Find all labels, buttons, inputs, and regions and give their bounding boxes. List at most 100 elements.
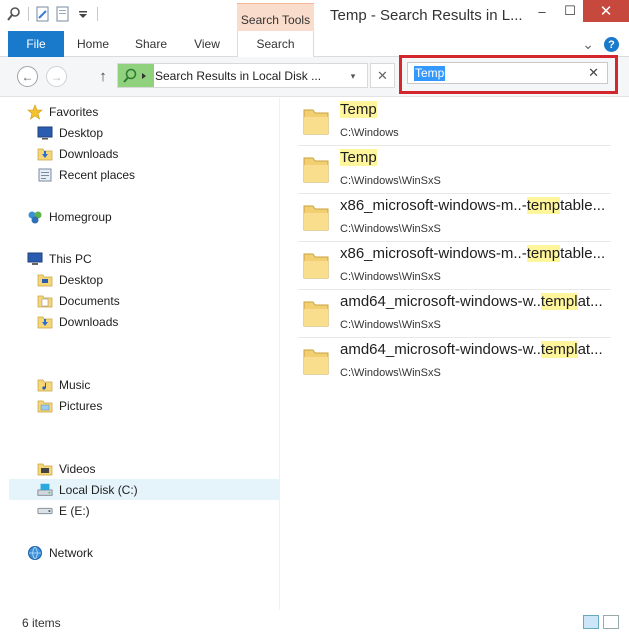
sidebar-item-label: Recent places: [59, 167, 136, 182]
chevron-down-icon[interactable]: ⌄: [582, 36, 594, 53]
result-name: x86_microsoft-windows-m..-temptable...: [340, 245, 606, 262]
sidebar-item-this-pc[interactable]: This PC: [0, 248, 280, 269]
address-bar[interactable]: Search Results in Local Disk ...: [117, 63, 368, 88]
sidebar-item-favorites[interactable]: Favorites: [0, 101, 280, 122]
properties-icon[interactable]: [35, 6, 51, 22]
tab-search[interactable]: Search: [237, 31, 314, 57]
sidebar-item-label: Downloads: [59, 146, 119, 161]
search-tools-label: Search Tools: [240, 13, 311, 27]
sidebar-item-label: Downloads: [59, 314, 119, 329]
new-folder-icon[interactable]: [55, 6, 71, 22]
search-tool-icon[interactable]: [6, 6, 22, 22]
result-path: C:\Windows\WinSxS: [340, 319, 441, 331]
close-button[interactable]: ✕: [583, 0, 629, 22]
folder-icon: [303, 301, 329, 327]
sidebar-item-label: Documents: [59, 293, 120, 308]
music-folder-icon: [37, 377, 53, 393]
sidebar-item-label: Music: [59, 377, 91, 392]
quick-access-toolbar: [6, 6, 100, 22]
sidebar-item-e-drive[interactable]: E (E:): [0, 500, 280, 521]
tab-share[interactable]: Share: [126, 31, 176, 57]
list-item[interactable]: amd64_microsoft-windows-w..templat... C:…: [298, 338, 611, 386]
recent-places-icon: [37, 167, 53, 183]
folder-icon: [37, 272, 53, 288]
list-item[interactable]: x86_microsoft-windows-m..-temptable... C…: [298, 194, 611, 242]
customize-toolbar-icon[interactable]: [75, 6, 91, 22]
forward-button[interactable]: →: [46, 66, 67, 87]
result-path: C:\Windows\WinSxS: [340, 223, 441, 235]
list-item[interactable]: x86_microsoft-windows-m..-temptable... C…: [298, 242, 611, 290]
result-name: x86_microsoft-windows-m..-temptable...: [340, 197, 606, 214]
sidebar-item-network[interactable]: Network: [0, 542, 280, 563]
sidebar-item-label: Videos: [59, 461, 96, 476]
list-item[interactable]: amd64_microsoft-windows-w..templat... C:…: [298, 290, 611, 338]
search-results-icon: [118, 64, 154, 87]
back-button[interactable]: ←: [17, 66, 38, 87]
network-icon: [27, 545, 43, 561]
sidebar-item-recent-places[interactable]: Recent places: [0, 164, 280, 185]
result-name: Temp: [340, 101, 377, 118]
list-item[interactable]: Temp C:\Windows: [298, 98, 611, 146]
folder-icon: [303, 205, 329, 231]
item-count: 6 items: [22, 616, 61, 630]
folder-icon: [303, 109, 329, 135]
sidebar-item-desktop[interactable]: Desktop: [0, 122, 280, 143]
search-tools-contextual-tab: Search Tools: [237, 3, 314, 31]
navigation-pane: Favorites Desktop Downloads Recent place…: [0, 98, 280, 610]
star-icon: [27, 103, 43, 120]
sidebar-item-local-disk-c[interactable]: Local Disk (C:): [9, 479, 280, 500]
ribbon-tabs: File Home Share View Search ⌄ ?: [0, 31, 629, 57]
sidebar-item-homegroup[interactable]: Homegroup: [0, 206, 280, 227]
result-path: C:\Windows\WinSxS: [340, 367, 441, 379]
folder-icon: [303, 157, 329, 183]
sidebar-item-videos[interactable]: Videos: [0, 458, 280, 479]
tab-view[interactable]: View: [184, 31, 230, 57]
result-name: Temp: [340, 149, 377, 166]
sidebar-item-music[interactable]: Music: [0, 374, 280, 395]
desktop-icon: [37, 125, 53, 141]
search-results-pane: Temp C:\Windows Temp C:\Windows\WinSxS x…: [281, 98, 629, 610]
list-item[interactable]: Temp C:\Windows\WinSxS: [298, 146, 611, 194]
clear-address-button[interactable]: ✕: [370, 63, 395, 88]
close-icon[interactable]: ✕: [588, 65, 599, 81]
minimize-button[interactable]: –: [528, 0, 556, 22]
sidebar-item-label: Local Disk (C:): [59, 482, 138, 497]
sidebar-item-pictures[interactable]: Pictures: [0, 395, 280, 416]
title-bar: Search Tools Temp - Search Results in L.…: [0, 0, 629, 31]
folder-icon: [303, 349, 329, 375]
ribbon-controls: ⌄ ?: [582, 36, 619, 53]
sidebar-item-desktop-pc[interactable]: Desktop: [0, 269, 280, 290]
result-path: C:\Windows\WinSxS: [340, 271, 441, 283]
toolbar-divider: [28, 7, 29, 21]
sidebar-item-documents[interactable]: Documents: [0, 290, 280, 311]
pictures-folder-icon: [37, 398, 53, 414]
details-view-icon[interactable]: [583, 615, 599, 629]
toolbar-divider: [97, 7, 98, 21]
sidebar-item-label: Pictures: [59, 398, 103, 413]
search-input[interactable]: Temp ✕: [407, 62, 608, 84]
sidebar-item-label: Desktop: [59, 272, 104, 287]
search-input-value: Temp: [414, 66, 446, 81]
tab-home[interactable]: Home: [70, 31, 116, 57]
sidebar-item-downloads-pc[interactable]: Downloads: [0, 311, 280, 332]
folder-icon: [303, 253, 329, 279]
sidebar-item-downloads[interactable]: Downloads: [0, 143, 280, 164]
documents-folder-icon: [37, 293, 53, 309]
maximize-button[interactable]: ☐: [556, 0, 584, 22]
homegroup-icon: [27, 209, 43, 225]
sidebar-item-label: Homegroup: [49, 209, 112, 224]
drive-icon: [37, 482, 53, 498]
sidebar-item-label: Network: [49, 545, 94, 560]
videos-folder-icon: [37, 461, 53, 477]
up-button[interactable]: ↑: [93, 66, 113, 86]
result-path: C:\Windows: [340, 127, 399, 139]
tab-file[interactable]: File: [8, 31, 64, 57]
result-name: amd64_microsoft-windows-w..templat...: [340, 293, 603, 310]
window-title: Temp - Search Results in L...: [330, 7, 523, 24]
computer-icon: [27, 251, 43, 267]
view-toggle: [583, 615, 619, 629]
address-dropdown-button[interactable]: ▾: [343, 67, 363, 85]
large-icons-view-icon[interactable]: [603, 615, 619, 629]
result-name: amd64_microsoft-windows-w..templat...: [340, 341, 603, 358]
help-icon[interactable]: ?: [604, 37, 619, 52]
